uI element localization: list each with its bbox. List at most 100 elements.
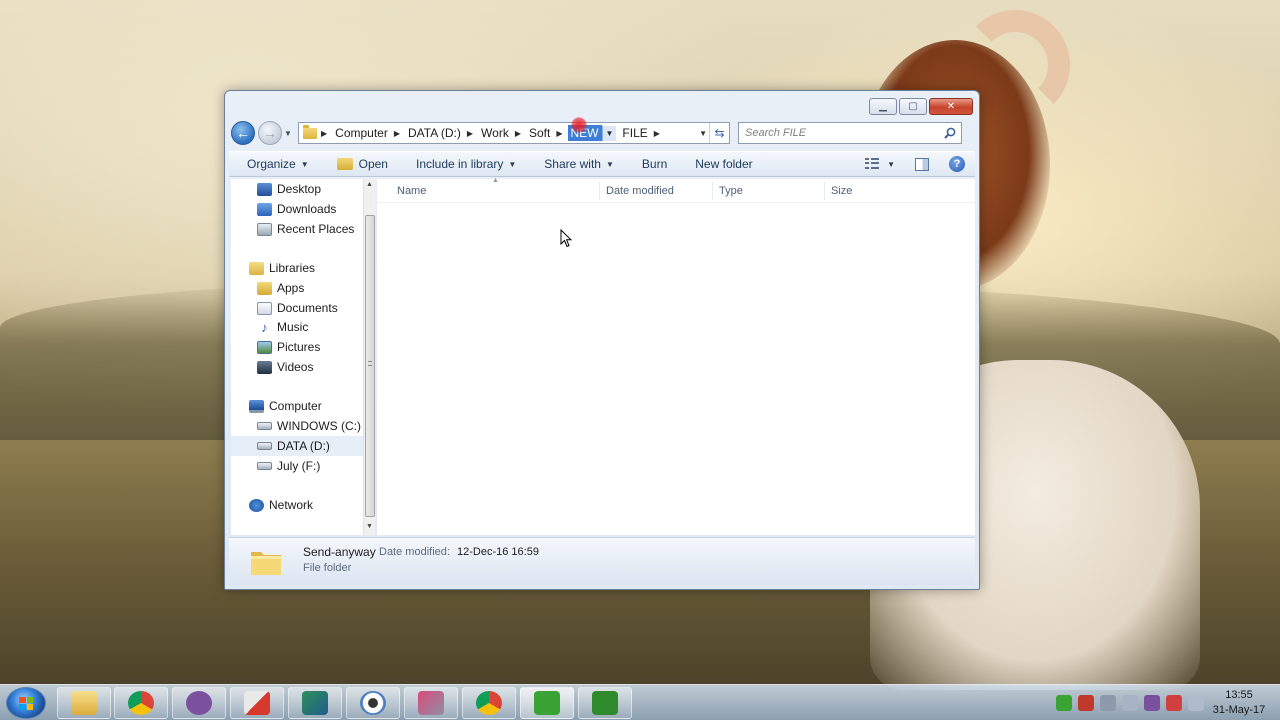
breadcrumb-chevron[interactable]: ▶ [467, 129, 473, 138]
breadcrumb-computer[interactable]: Computer ▶ [335, 126, 408, 140]
taskbar-explorer[interactable] [57, 687, 111, 719]
search-icon[interactable] [944, 127, 956, 139]
taskbar-camtasia-2[interactable] [578, 687, 632, 719]
windows-drive-icon [257, 422, 272, 430]
nav-item-desktop[interactable]: Desktop [257, 179, 321, 199]
nav-item-network[interactable]: Network [249, 495, 313, 515]
column-divider[interactable] [824, 182, 825, 200]
address-history-dropdown[interactable]: ▼ [699, 129, 707, 138]
close-button[interactable]: ✕ [929, 98, 973, 115]
burn-button[interactable]: Burn [642, 157, 667, 171]
column-size[interactable]: Size [831, 185, 852, 197]
volume-icon[interactable] [1122, 695, 1138, 711]
network-icon [249, 498, 264, 512]
search-input[interactable] [745, 127, 935, 139]
nav-item-drive-f[interactable]: July (F:) [257, 456, 320, 476]
breadcrumb-chevron[interactable]: ▶ [394, 129, 400, 138]
scroll-down-arrow[interactable]: ▼ [366, 523, 373, 530]
battery-icon[interactable] [1100, 695, 1116, 711]
taskbar-feather-pen[interactable] [288, 687, 342, 719]
taskbar-camtasia[interactable] [520, 687, 574, 719]
nav-item-libraries[interactable]: Libraries [249, 258, 315, 278]
start-button[interactable] [6, 687, 46, 719]
column-date-modified[interactable]: Date modified [606, 185, 674, 197]
taskbar: 13:55 31-May-17 [0, 684, 1280, 720]
action-center-icon[interactable] [1188, 695, 1204, 711]
scissors-icon [418, 691, 444, 715]
breadcrumb-chevron[interactable]: ▶ [515, 129, 521, 138]
refresh-icon[interactable]: ⇆ [709, 123, 729, 143]
breadcrumb-work[interactable]: Work ▶ [481, 126, 529, 140]
column-divider[interactable] [599, 182, 600, 200]
help-icon[interactable]: ? [949, 156, 965, 172]
network-status-icon[interactable] [1166, 695, 1182, 711]
organize-button[interactable]: Organize ▼ [247, 157, 309, 171]
libraries-icon [249, 261, 264, 275]
viber-icon [186, 691, 212, 715]
recent-places-icon [257, 222, 272, 236]
file-list[interactable]: ▲ Name Date modified Type Size [377, 177, 975, 535]
new-folder-button[interactable]: New folder [695, 157, 752, 171]
breadcrumb-file[interactable]: FILE ▶ [622, 126, 668, 140]
forward-button[interactable]: → [258, 121, 282, 145]
breadcrumb-dropdown-chevron[interactable]: ▼ [601, 125, 617, 141]
include-in-library-button[interactable]: Include in library ▼ [416, 157, 516, 171]
nav-item-pictures[interactable]: Pictures [257, 337, 320, 357]
chrome-icon [128, 691, 154, 715]
chrome-icon [476, 691, 502, 715]
column-name[interactable]: Name [397, 185, 426, 197]
minimize-button[interactable]: ▁ [869, 98, 897, 115]
chevron-down-icon: ▼ [605, 159, 614, 169]
nav-item-recent-places[interactable]: Recent Places [257, 219, 354, 239]
chevron-down-icon: ▼ [887, 159, 895, 169]
breadcrumb-chevron[interactable]: ▶ [654, 129, 660, 138]
taskbar-viber[interactable] [172, 687, 226, 719]
nav-item-drive-c[interactable]: WINDOWS (C:) [257, 416, 361, 436]
scroll-up-arrow[interactable]: ▲ [366, 181, 373, 188]
nav-item-apps[interactable]: Apps [257, 278, 304, 298]
nav-item-music[interactable]: ♪ Music [257, 317, 308, 337]
viber-tray-icon[interactable] [1078, 695, 1094, 711]
column-type[interactable]: Type [719, 185, 743, 197]
computer-icon [249, 399, 264, 413]
scrollbar-thumb[interactable] [365, 215, 375, 517]
nav-item-documents[interactable]: Documents [257, 298, 338, 318]
taskbar-scissors-tool[interactable] [404, 687, 458, 719]
open-folder-icon [336, 158, 353, 170]
share-with-button[interactable]: Share with ▼ [544, 157, 614, 171]
camtasia-tray-icon[interactable] [1056, 695, 1072, 711]
back-button[interactable]: ← [231, 121, 255, 145]
nav-item-downloads[interactable]: Downloads [257, 199, 336, 219]
taskbar-chrome[interactable] [114, 687, 168, 719]
breadcrumb-root-chevron[interactable]: ▶ [321, 129, 327, 138]
app-grid-icon [244, 691, 270, 715]
clock[interactable]: 13:55 31-May-17 [1206, 688, 1272, 718]
breadcrumb-soft[interactable]: Soft ▶ [529, 126, 571, 140]
column-divider[interactable] [712, 182, 713, 200]
search-box[interactable] [738, 122, 962, 144]
taskbar-eye-app[interactable] [346, 687, 400, 719]
nav-item-computer[interactable]: Computer [249, 396, 322, 416]
breadcrumb-data-d[interactable]: DATA (D:) ▶ [408, 126, 481, 140]
folder-icon [257, 281, 272, 295]
view-list-icon [865, 158, 880, 170]
sort-ascending-icon: ▲ [492, 177, 499, 184]
title-bar[interactable]: ▁ ▢ ✕ [225, 91, 979, 121]
address-bar[interactable]: ▶ Computer ▶ DATA (D:) ▶ Work ▶ Soft ▶ N… [298, 122, 730, 144]
viber-status-icon[interactable] [1144, 695, 1160, 711]
nav-item-drive-d[interactable]: DATA (D:) [231, 436, 363, 456]
open-button[interactable]: Open [336, 157, 388, 171]
breadcrumb-chevron[interactable]: ▶ [556, 129, 562, 138]
change-view-button[interactable]: ▼ [865, 158, 895, 170]
command-bar: Organize ▼ Open Include in library ▼ Share… [229, 151, 975, 177]
navigation-scrollbar[interactable]: ▲ ▼ [363, 179, 375, 535]
pen-icon [302, 691, 328, 715]
navigation-pane: Desktop Downloads Recent Places Librarie… [231, 179, 363, 535]
recent-pages-dropdown[interactable]: ▼ [282, 129, 294, 138]
maximize-button[interactable]: ▢ [899, 98, 927, 115]
taskbar-app-red[interactable] [230, 687, 284, 719]
nav-item-videos[interactable]: Videos [257, 357, 313, 377]
preview-pane-icon[interactable] [915, 157, 929, 171]
taskbar-chrome-2[interactable] [462, 687, 516, 719]
chevron-down-icon: ▼ [300, 159, 309, 169]
